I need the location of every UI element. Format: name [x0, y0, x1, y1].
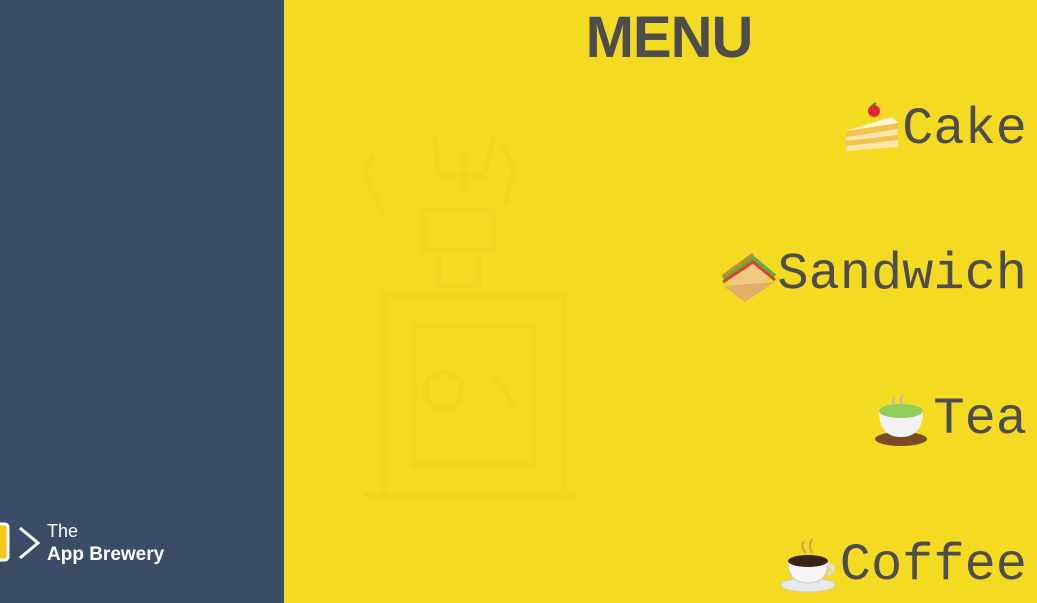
- menu-item-coffee: Coffee: [780, 536, 1027, 595]
- cake-icon: [846, 101, 899, 151]
- menu-item-cake: Cake: [842, 100, 1027, 159]
- menu-item-label: Tea: [933, 390, 1027, 449]
- menu-item-label: Coffee: [839, 536, 1027, 595]
- brand-line-1: The: [47, 521, 79, 541]
- brand-name: The App Brewery: [47, 519, 164, 567]
- menu-item-sandwich: Sandwich: [717, 245, 1027, 304]
- page-title: MENU: [585, 5, 754, 70]
- menu-item-label: Sandwich: [777, 245, 1027, 304]
- coffee-machine-watermark: [360, 134, 574, 498]
- menu-item-label: Cake: [902, 100, 1027, 159]
- brand-line-2: App Brewery: [47, 544, 165, 565]
- menu-item-tea: Tea: [873, 390, 1027, 449]
- coffee-icon: [780, 538, 836, 592]
- tea-icon: [875, 393, 928, 446]
- menu-panel: MENU Cake Sandwich Tea Coffee: [284, 0, 1037, 603]
- sandwich-icon: [722, 252, 777, 302]
- sidebar: The App Brewery: [0, 0, 284, 603]
